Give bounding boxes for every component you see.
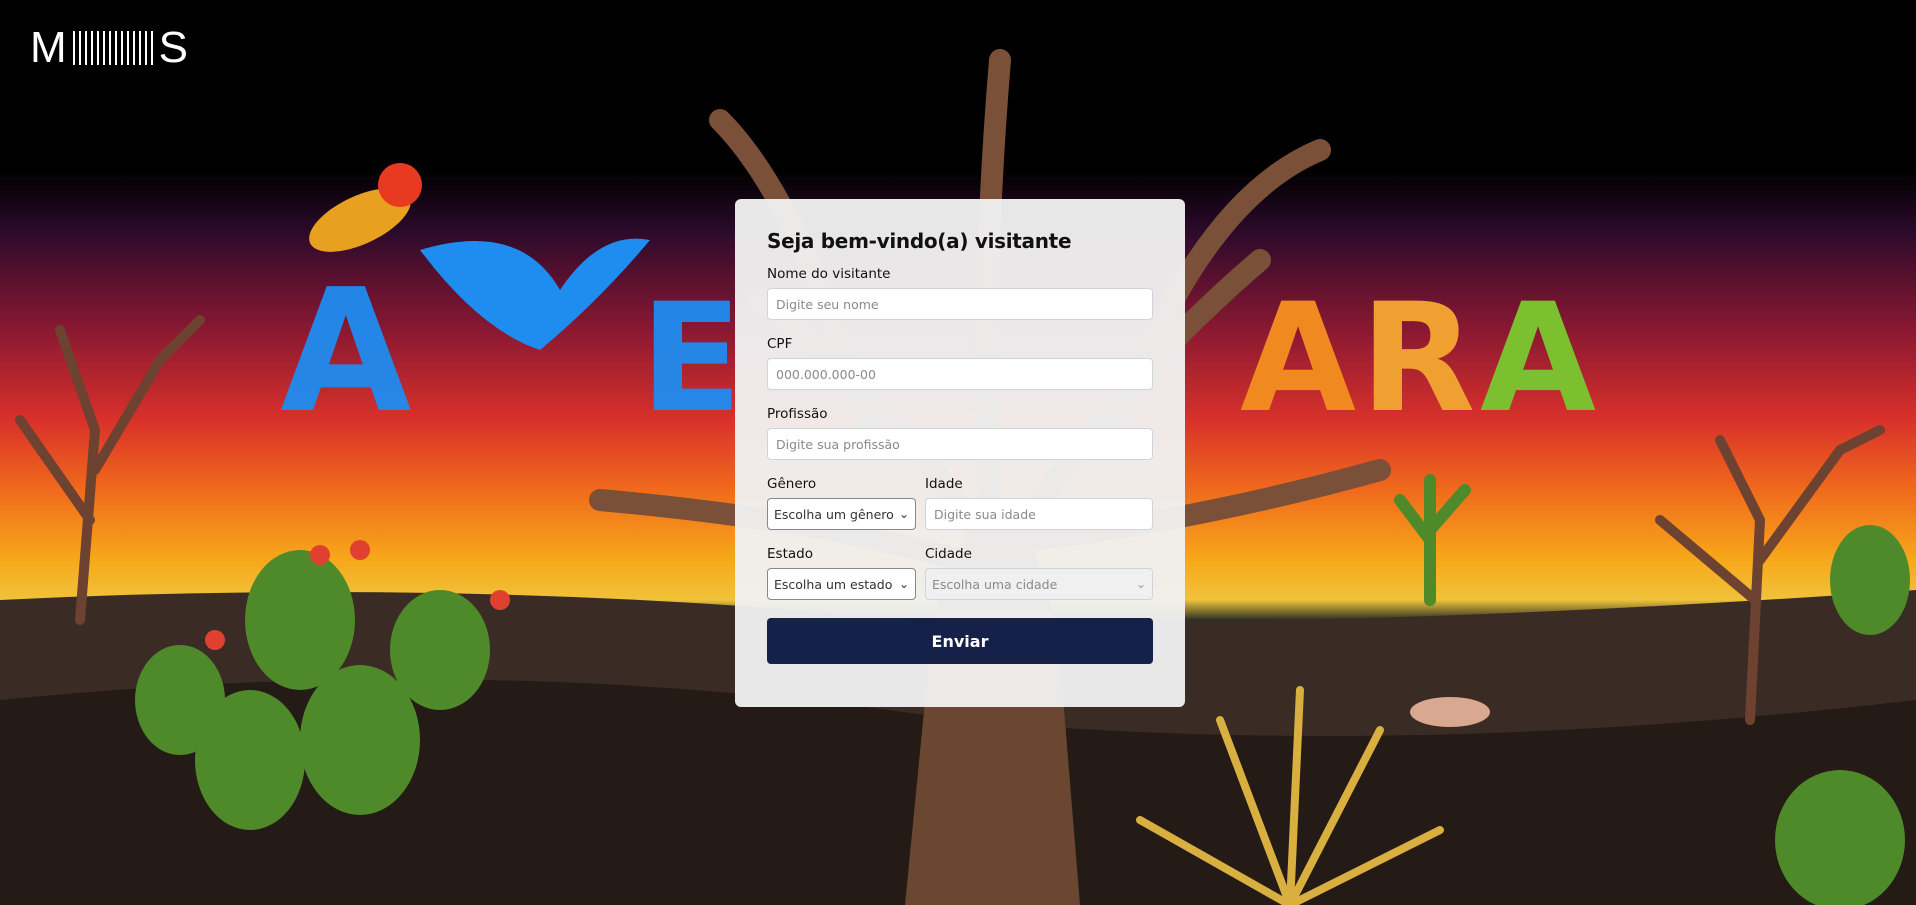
gender-select[interactable]: Escolha um gênero ⌄ (767, 498, 916, 530)
svg-text:A: A (280, 253, 412, 451)
barcode-logo-icon (72, 31, 153, 65)
name-input[interactable] (767, 288, 1153, 320)
gender-field-group: Gênero Escolha um gênero ⌄ (767, 476, 916, 530)
submit-button[interactable]: Enviar (767, 618, 1153, 664)
brand-logo[interactable]: M S (30, 26, 188, 70)
chevron-down-icon: ⌄ (898, 577, 909, 591)
chevron-down-icon: ⌄ (898, 507, 909, 521)
name-field-group: Nome do visitante (767, 266, 1153, 320)
logo-letter-right: S (158, 23, 189, 72)
chevron-down-icon: ⌄ (1135, 577, 1146, 591)
state-label: Estado (767, 546, 813, 562)
cpf-label: CPF (767, 336, 793, 352)
state-field-group: Estado Escolha um estado ⌄ (767, 546, 916, 600)
profession-field-group: Profissão (767, 406, 1153, 460)
city-field-group: Cidade Escolha uma cidade ⌄ (925, 546, 1153, 600)
svg-text:A: A (1480, 272, 1596, 446)
svg-text:R: R (1360, 272, 1476, 446)
form-title: Seja bem-vindo(a) visitante (767, 229, 1072, 253)
gender-selected-value: Escolha um gênero (774, 506, 894, 522)
svg-text:A: A (1240, 272, 1356, 446)
bird-wing-shape (420, 238, 650, 350)
age-label: Idade (925, 476, 963, 492)
page-background: A E A R A M S Seja bem-vindo(a) visitant… (0, 0, 1916, 905)
profession-label: Profissão (767, 406, 828, 422)
state-city-row: Estado Escolha um estado ⌄ Cidade Escolh… (767, 546, 1153, 616)
cpf-field-group: CPF (767, 336, 1153, 390)
age-field-group: Idade (925, 476, 1153, 530)
name-label: Nome do visitante (767, 266, 891, 282)
logo-letter-left: M (30, 23, 67, 72)
state-selected-value: Escolha um estado (774, 576, 893, 592)
state-select[interactable]: Escolha um estado ⌄ (767, 568, 916, 600)
city-label: Cidade (925, 546, 972, 562)
city-selected-value: Escolha uma cidade (932, 576, 1058, 592)
profession-input[interactable] (767, 428, 1153, 460)
city-select[interactable]: Escolha uma cidade ⌄ (925, 568, 1153, 600)
svg-text:E: E (640, 272, 742, 446)
cpf-input[interactable] (767, 358, 1153, 390)
gender-label: Gênero (767, 476, 817, 492)
visitor-form-card: Seja bem-vindo(a) visitante Nome do visi… (735, 199, 1185, 707)
age-input[interactable] (925, 498, 1153, 530)
gender-age-row: Gênero Escolha um gênero ⌄ Idade (767, 476, 1153, 546)
